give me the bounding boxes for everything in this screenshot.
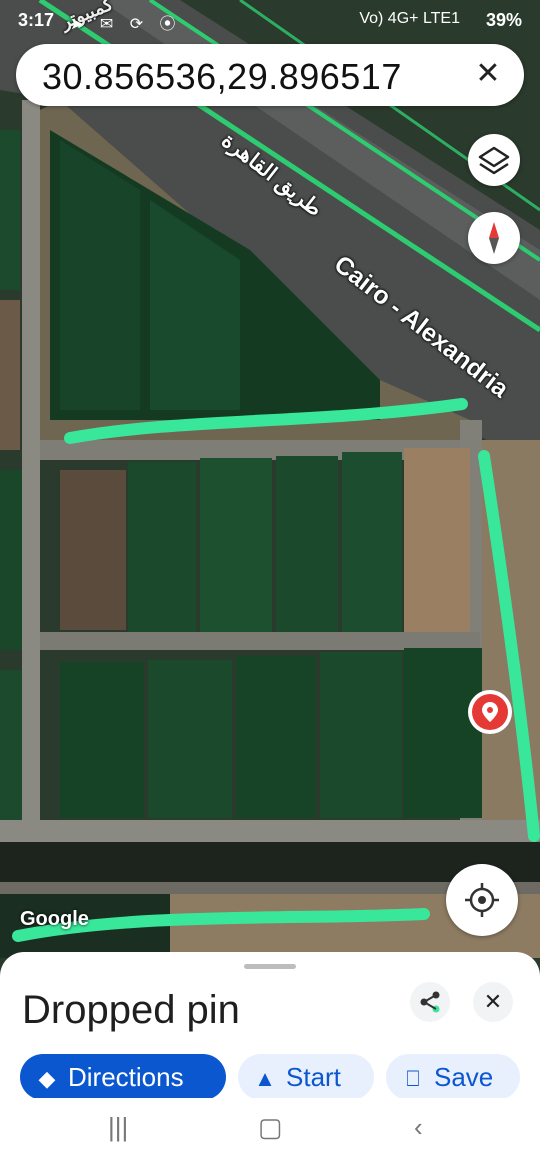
place-title: Dropped pin [22,988,240,1032]
location-pin-icon [468,690,512,734]
notification-icons: ➤ ✉ ⟳ ⦿ [70,16,182,33]
google-logo: Google [20,908,89,930]
network-indicator: Vo) 4G+ LTE1 [359,10,460,27]
directions-label: Directions [68,1062,184,1092]
directions-icon: ◆ [38,1066,56,1091]
sheet-drag-handle[interactable] [244,964,296,969]
my-location-icon [465,883,499,917]
close-icon[interactable]: ✕ [472,58,504,90]
battery-level: 39% [485,10,522,30]
back-icon[interactable]: ‹ [414,1112,423,1143]
bookmark-icon: ⎕ [406,1066,420,1091]
layers-icon [478,146,510,175]
recents-icon[interactable]: ||| [108,1112,128,1143]
start-button[interactable]: ▲ Start [238,1054,374,1100]
search-query[interactable]: 30.856536,29.896517 [42,56,402,98]
close-icon: ✕ [483,989,503,1014]
dropped-pin-marker[interactable] [466,688,514,736]
search-bar[interactable]: 30.856536,29.896517 ✕ [16,44,524,106]
close-sheet-button[interactable]: ✕ [473,982,513,1022]
save-label: Save [434,1062,494,1092]
system-navigation-bar: ||| ▢ ‹ [0,1098,540,1158]
home-icon[interactable]: ▢ [258,1112,283,1143]
status-time: 3:17 [18,10,55,30]
share-icon [420,991,440,1013]
navigation-arrow-icon: ▲ [254,1066,276,1091]
start-label: Start [286,1062,341,1092]
compass-icon [489,222,499,254]
my-location-button[interactable] [446,864,518,936]
layers-button[interactable] [468,134,520,186]
status-bar: 3:17 ➤ ✉ ⟳ ⦿ Vo) 4G+ LTE1 39% [0,0,540,40]
share-button[interactable] [410,982,450,1022]
save-button[interactable]: ⎕ Save [386,1054,520,1100]
compass-button[interactable] [468,212,520,264]
directions-button[interactable]: ◆ Directions [20,1054,226,1100]
